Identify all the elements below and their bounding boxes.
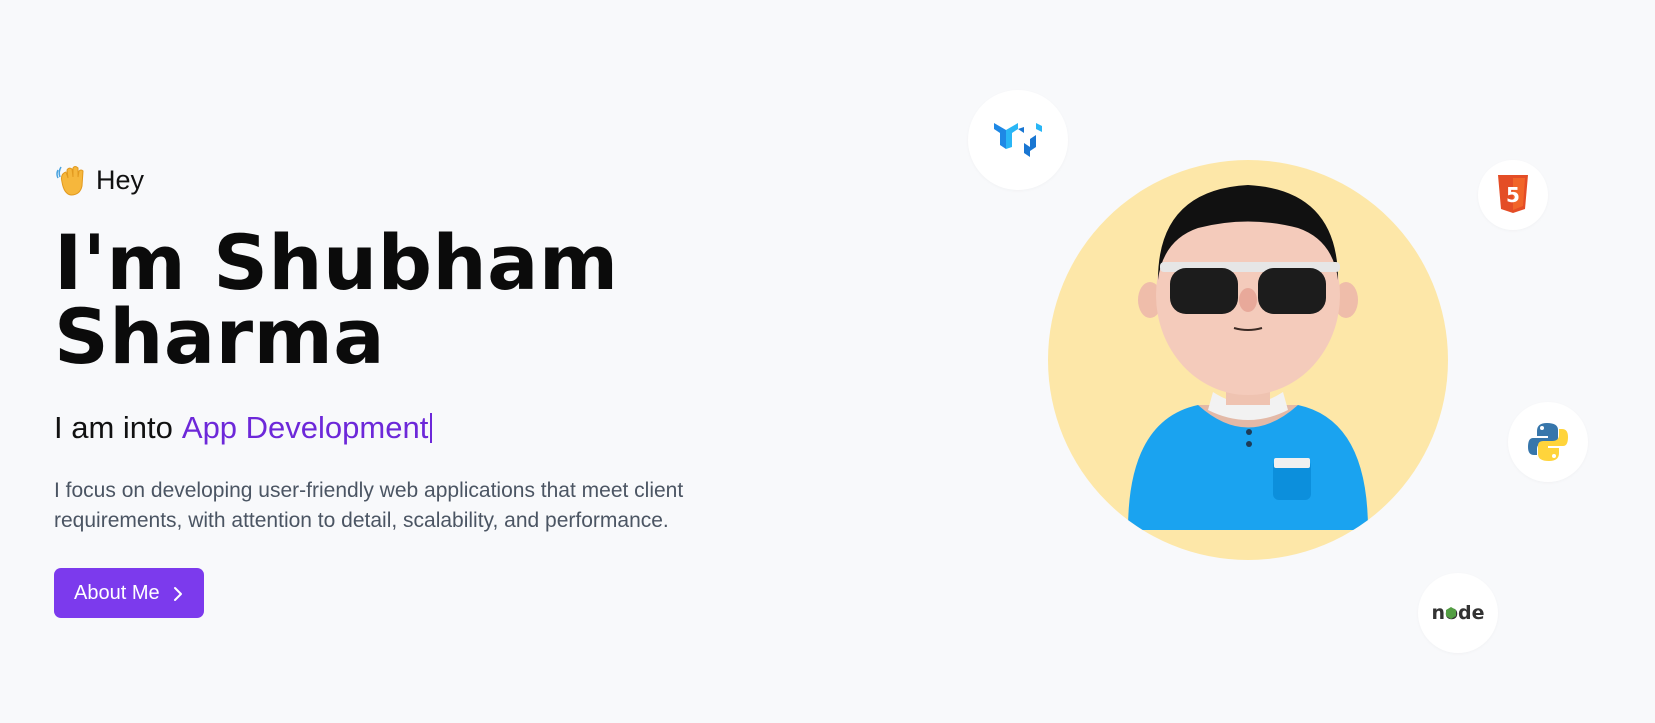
greeting-text: Hey (96, 164, 145, 195)
tagline-highlight: App Development (181, 410, 429, 445)
material-ui-logo (994, 123, 1042, 157)
nodejs-logo: node (1431, 602, 1484, 624)
python-logo (1528, 423, 1568, 461)
avatar (1048, 160, 1448, 560)
typing-cursor (430, 413, 433, 443)
tagline: I am into App Development (54, 408, 774, 448)
page-title: I'm Shubham Sharma (54, 225, 774, 375)
hero-section: Hey I'm Shubham Sharma I am into App Dev… (54, 160, 774, 618)
nodejs-wordmark: node (1431, 602, 1484, 624)
material-ui-badge (968, 90, 1068, 190)
waving-hand-icon (54, 162, 90, 198)
nodejs-badge: node (1418, 573, 1498, 653)
html5-logo: 5 (1498, 175, 1528, 213)
avatar-illustration (1128, 185, 1368, 530)
tagline-prefix: I am into (54, 410, 173, 445)
html5-badge: 5 (1478, 160, 1548, 230)
greeting: Hey (54, 160, 774, 200)
about-me-button[interactable]: About Me (54, 568, 204, 618)
html5-glyph: 5 (1506, 183, 1520, 207)
hero-description: I focus on developing user-friendly web … (54, 479, 684, 532)
chevron-right-icon (172, 585, 184, 601)
about-me-label: About Me (74, 581, 160, 604)
python-badge (1508, 402, 1588, 482)
name-line-2: Sharma (54, 292, 386, 381)
